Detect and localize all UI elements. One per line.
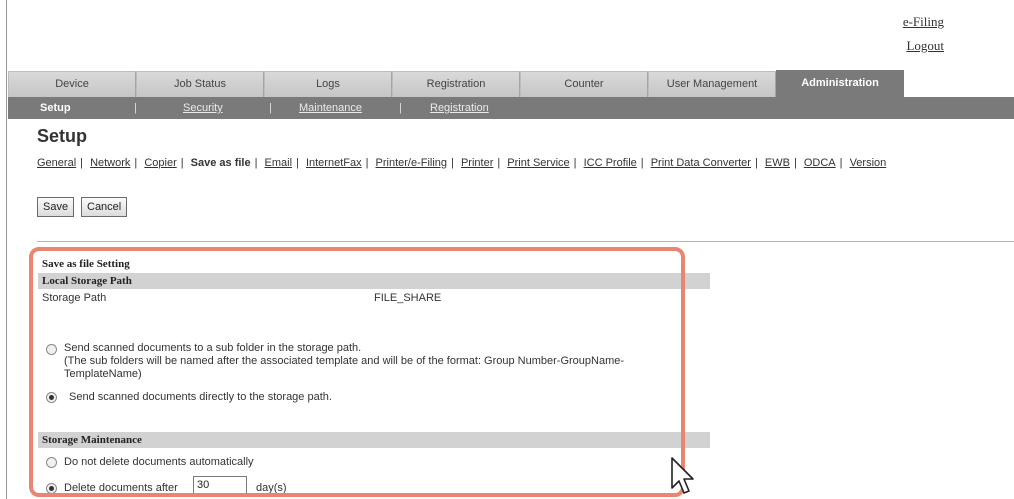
storage-path-value: FILE_SHARE <box>374 292 442 304</box>
category-save-as-file: Save as file <box>190 157 251 169</box>
subnav-setup[interactable]: Setup <box>40 97 71 119</box>
tab-job-status[interactable]: Job Status <box>136 71 264 97</box>
subnav-maintenance[interactable]: Maintenance <box>299 97 362 119</box>
category-printer[interactable]: Printer <box>461 157 493 169</box>
option-no-delete-label: Do not delete documents automatically <box>64 456 254 468</box>
storage-path-label: Storage Path <box>42 292 107 304</box>
category-version[interactable]: Version <box>850 157 887 169</box>
category-odca[interactable]: ODCA <box>804 157 836 169</box>
category-copier[interactable]: Copier <box>144 157 176 169</box>
page-title: Setup <box>37 126 88 146</box>
tab-administration[interactable]: Administration <box>776 70 904 97</box>
category-icc-profile[interactable]: ICC Profile <box>584 157 637 169</box>
tab-device[interactable]: Device <box>8 71 136 97</box>
settings-title: Save as file Setting <box>42 258 130 270</box>
subnav-separator: | <box>134 102 137 114</box>
category-general[interactable]: General <box>37 157 76 169</box>
radio-no-delete[interactable] <box>46 457 57 468</box>
radio-subfolder[interactable] <box>46 344 57 355</box>
tab-counter[interactable]: Counter <box>520 71 648 97</box>
option-delete-after-label: Delete documents after <box>64 482 178 494</box>
local-storage-header: Local Storage Path <box>38 273 710 289</box>
category-network[interactable]: Network <box>90 157 130 169</box>
cancel-button[interactable]: Cancel <box>81 197 128 217</box>
tab-user-management[interactable]: User Management <box>648 71 776 97</box>
option-direct-label: Send scanned documents directly to the s… <box>69 391 332 403</box>
save-button[interactable]: Save <box>37 197 75 217</box>
subnav-security[interactable]: Security <box>183 97 223 119</box>
main-tabs: Device Job Status Logs Registration Coun… <box>8 70 1014 97</box>
storage-maintenance-header: Storage Maintenance <box>38 432 710 448</box>
option-subfolder-line1: Send scanned documents to a sub folder i… <box>64 342 362 354</box>
category-links: General | Network | Copier | Save as file | … <box>37 157 887 169</box>
days-input[interactable] <box>193 476 247 494</box>
subnav-separator: | <box>399 102 402 114</box>
efiling-link[interactable]: e-Filing <box>903 14 944 30</box>
category-print-service[interactable]: Print Service <box>507 157 569 169</box>
mouse-cursor-icon <box>671 457 694 494</box>
tab-registration[interactable]: Registration <box>392 71 520 97</box>
subnav-registration[interactable]: Registration <box>430 97 489 119</box>
divider <box>37 241 1014 242</box>
radio-direct[interactable] <box>46 392 57 403</box>
sub-navigation: Setup | Security | Maintenance | Registr… <box>8 97 1014 119</box>
option-subfolder-line3: TemplateName) <box>64 368 142 380</box>
category-ewb[interactable]: EWB <box>765 157 790 169</box>
days-unit-label: day(s) <box>256 482 287 494</box>
left-border <box>6 0 7 499</box>
category-printer-efiling[interactable]: Printer/e-Filing <box>376 157 448 169</box>
logout-link[interactable]: Logout <box>906 38 944 54</box>
category-print-data-converter[interactable]: Print Data Converter <box>651 157 751 169</box>
category-internetfax[interactable]: InternetFax <box>306 157 362 169</box>
tab-logs[interactable]: Logs <box>264 71 392 97</box>
radio-delete-after[interactable] <box>46 483 57 494</box>
subnav-separator: | <box>269 102 272 114</box>
category-email[interactable]: Email <box>265 157 293 169</box>
option-subfolder-line2: (The sub folders will be named after the… <box>64 355 625 367</box>
